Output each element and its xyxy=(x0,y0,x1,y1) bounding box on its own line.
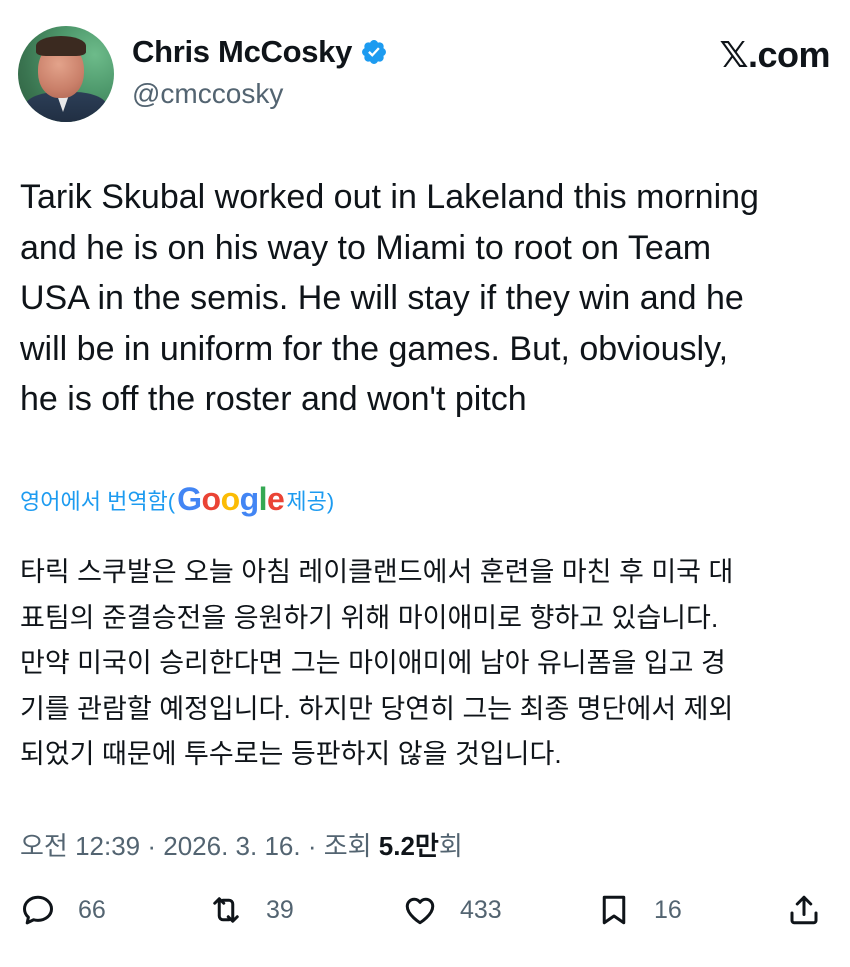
reply-icon xyxy=(23,895,53,925)
tweet-line: Tarik Skubal worked out in Lakeland this… xyxy=(20,178,759,216)
reply-button[interactable]: 66 xyxy=(20,892,106,928)
user-handle[interactable]: @cmccosky xyxy=(132,78,283,110)
tweet-text: Tarik Skubal worked out in Lakeland this… xyxy=(20,172,840,425)
tweet-time[interactable]: 오전 12:39 xyxy=(20,831,140,861)
display-name[interactable]: Chris McCosky xyxy=(132,34,352,70)
bookmark-button[interactable]: 16 xyxy=(596,892,682,928)
avatar-hair xyxy=(36,36,86,56)
translated-line: 만약 미국이 승리한다면 그는 마이애미에 남아 유니폼을 입고 경 xyxy=(20,648,726,678)
like-button[interactable]: 433 xyxy=(402,892,502,928)
translated-line: 되었기 때문에 투수로는 등판하지 않을 것입니다. xyxy=(20,739,562,769)
google-logo: Google xyxy=(177,481,285,517)
translated-line: 타릭 스쿠발은 오늘 아침 레이클랜드에서 훈련을 마친 후 미국 대 xyxy=(20,557,734,587)
share-button[interactable] xyxy=(786,892,822,928)
tweet-line: will be in uniform for the games. But, o… xyxy=(20,329,729,368)
views-count: 5.2만 xyxy=(378,831,439,861)
translation-attribution[interactable]: 영어에서 번역함( Google 제공) xyxy=(20,481,334,518)
x-logo-text: .com xyxy=(747,34,831,75)
repost-icon xyxy=(213,897,239,923)
share-icon xyxy=(790,895,818,925)
meta-separator: · xyxy=(300,831,324,861)
tweet-line: USA in the semis. He will stay if they w… xyxy=(20,279,744,317)
bookmark-count: 16 xyxy=(654,895,682,924)
tweet-header: Chris McCosky @cmccosky 𝕏.com xyxy=(18,26,831,126)
avatar[interactable] xyxy=(18,26,114,122)
translation-suffix: 제공) xyxy=(286,488,335,514)
x-logo-mark: 𝕏 xyxy=(719,35,748,76)
views-label: 조회 xyxy=(323,831,379,861)
tweet-date[interactable]: 2026. 3. 16. xyxy=(163,831,300,861)
like-count: 433 xyxy=(460,895,502,924)
verified-badge-icon xyxy=(360,38,388,66)
meta-separator: · xyxy=(140,831,164,861)
heart-icon xyxy=(405,897,435,925)
translated-text: 타릭 스쿠발은 오늘 아침 레이클랜드에서 훈련을 마친 후 미국 대 표팀의 … xyxy=(20,550,840,778)
views-suffix: 회 xyxy=(438,831,463,861)
tweet-line: he is off the roster and won't pitch xyxy=(20,380,527,418)
reply-count: 66 xyxy=(78,895,106,924)
translated-line: 기를 관람할 예정입니다. 하지만 당연히 그는 최종 명단에서 제외 xyxy=(20,693,734,724)
tweet-line: and he is on his way to Miami to root on… xyxy=(20,228,712,267)
name-row: Chris McCosky xyxy=(132,34,388,70)
translation-prefix: 영어에서 번역함( xyxy=(20,488,176,514)
action-bar: 66 39 433 16 xyxy=(20,892,830,946)
translated-line: 표팀의 준결승전을 응원하기 위해 마이애미로 향하고 있습니다. xyxy=(20,602,719,633)
repost-button[interactable]: 39 xyxy=(208,892,294,928)
x-logo: 𝕏.com xyxy=(719,34,830,76)
repost-count: 39 xyxy=(266,895,294,924)
tweet-meta: 오전 12:39 · 2026. 3. 16. · 조회 5.2만회 xyxy=(20,826,463,863)
bookmark-icon xyxy=(602,895,626,925)
